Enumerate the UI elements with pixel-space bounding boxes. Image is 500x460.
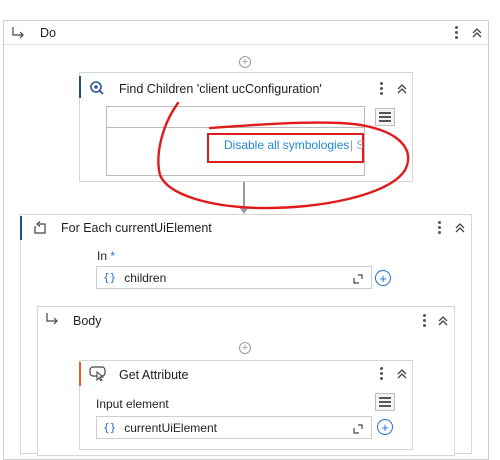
in-label: In *	[97, 249, 115, 263]
search-target-icon	[89, 80, 105, 96]
body-title: Body	[73, 314, 102, 328]
in-label-text: In	[97, 249, 108, 263]
add-activity-icon[interactable]: +	[239, 56, 251, 68]
in-collection-value: children	[124, 270, 167, 285]
in-collection-field[interactable]: {} children	[96, 266, 372, 289]
do-sequence-header[interactable]	[4, 21, 488, 45]
expand-editor-icon[interactable]	[353, 273, 363, 284]
double-chevron-up-icon[interactable]	[435, 313, 451, 329]
more-vert-icon[interactable]	[374, 364, 388, 382]
do-sequence-title: Do	[40, 26, 56, 40]
find-children-title: Find Children 'client ucConfiguration'	[119, 82, 322, 96]
expand-editor-icon[interactable]	[353, 423, 363, 434]
menu-icon[interactable]	[375, 393, 395, 411]
for-each-title: For Each currentUiElement	[61, 221, 212, 235]
activity-accent-bar	[79, 76, 81, 98]
annotation-scribble	[157, 101, 410, 210]
double-chevron-up-icon[interactable]	[394, 366, 410, 382]
variable-icon: {}	[103, 421, 117, 434]
variable-icon: {}	[103, 271, 117, 284]
more-vert-icon[interactable]	[432, 218, 446, 236]
sequence-arrow-icon	[44, 311, 60, 327]
input-element-value: currentUiElement	[124, 420, 217, 435]
loop-icon	[32, 220, 48, 236]
double-chevron-up-icon[interactable]	[469, 25, 485, 41]
add-argument-button[interactable]: +	[375, 270, 391, 286]
more-vert-icon[interactable]	[449, 23, 463, 41]
activity-accent-bar	[20, 216, 22, 240]
more-vert-icon[interactable]	[417, 311, 431, 329]
add-activity-icon[interactable]: +	[239, 342, 251, 354]
get-attribute-title: Get Attribute	[119, 368, 189, 382]
activity-accent-bar	[79, 362, 81, 386]
input-element-label: Input element	[96, 397, 169, 411]
add-argument-button[interactable]: +	[377, 419, 393, 435]
input-element-field[interactable]: {} currentUiElement	[96, 416, 372, 439]
required-marker: *	[110, 249, 116, 263]
double-chevron-up-icon[interactable]	[452, 220, 468, 236]
hover-attribute-icon	[89, 365, 107, 382]
sequence-arrow-icon	[10, 25, 26, 41]
